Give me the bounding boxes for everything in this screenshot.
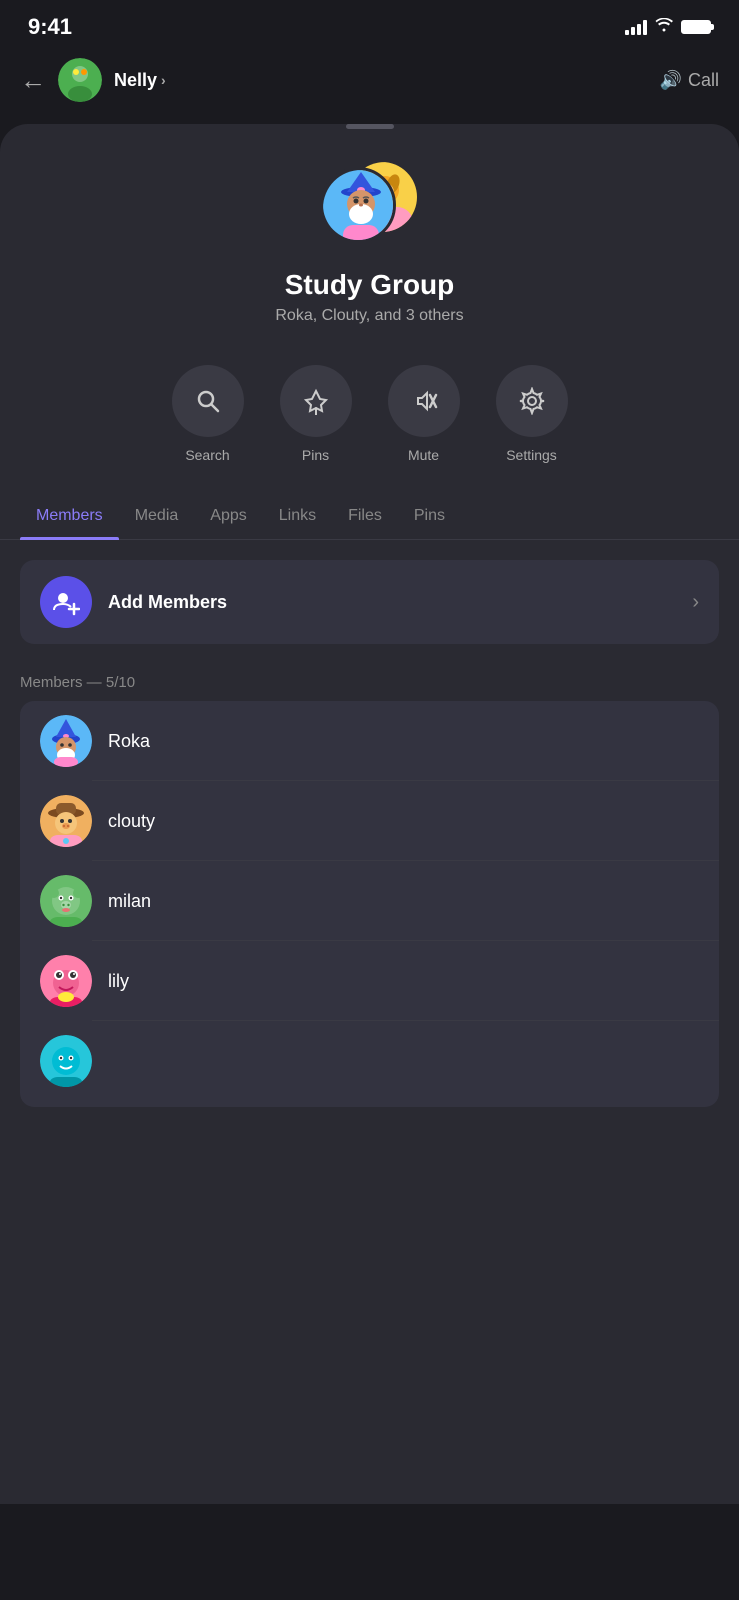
search-action-label: Search [185, 447, 229, 463]
tab-apps[interactable]: Apps [194, 493, 262, 539]
member-avatar-lily [40, 955, 92, 1007]
tab-media[interactable]: Media [119, 493, 195, 539]
tab-members[interactable]: Members [20, 493, 119, 539]
tabs-bar: Members Media Apps Links Files Pins [0, 493, 739, 540]
mute-action-button[interactable]: Mute [388, 365, 460, 463]
battery-icon [681, 20, 711, 34]
detail-sheet: Study Group Roka, Clouty, and 3 others S… [0, 124, 739, 1504]
add-members-button[interactable]: Add Members › [20, 560, 719, 644]
pins-action-label: Pins [302, 447, 329, 463]
member-row[interactable]: lily [20, 941, 719, 1021]
header-bar: ← Nelly › 🔊 Call [0, 48, 739, 112]
search-action-button[interactable]: Search [172, 365, 244, 463]
group-avatar-area [0, 129, 739, 269]
status-time: 9:41 [28, 14, 72, 40]
status-icons [625, 18, 711, 37]
call-label: Call [688, 70, 719, 91]
member-row[interactable]: clouty [20, 781, 719, 861]
header-left: ← Nelly › [20, 58, 166, 102]
group-name: Study Group [20, 269, 719, 301]
pins-action-circle [280, 365, 352, 437]
settings-action-button[interactable]: Settings [496, 365, 568, 463]
add-members-section: Add Members › [0, 540, 739, 654]
header-avatar [58, 58, 102, 102]
add-members-chevron-icon: › [692, 591, 699, 614]
action-buttons-row: Search Pins Mute [0, 355, 739, 493]
group-avatar-stack [320, 159, 420, 249]
member-row[interactable]: milan [20, 861, 719, 941]
tab-pins[interactable]: Pins [398, 493, 461, 539]
signal-icon [625, 19, 647, 35]
member-name-roka: Roka [108, 731, 150, 752]
settings-action-label: Settings [506, 447, 557, 463]
add-members-icon-circle [40, 576, 92, 628]
tab-files[interactable]: Files [332, 493, 398, 539]
group-members-subtitle: Roka, Clouty, and 3 others [20, 307, 719, 325]
members-count-label: Members — 5/10 [0, 654, 739, 701]
settings-action-circle [496, 365, 568, 437]
status-bar: 9:41 [0, 0, 739, 48]
member-row[interactable] [20, 1021, 719, 1107]
search-action-circle [172, 365, 244, 437]
call-icon: 🔊 [660, 70, 682, 91]
mute-action-circle [388, 365, 460, 437]
call-button[interactable]: 🔊 Call [660, 70, 719, 91]
header-name-area: Nelly › [114, 70, 166, 91]
member-avatar-clouty [40, 795, 92, 847]
back-button[interactable]: ← [20, 65, 46, 96]
member-name-lily: lily [108, 971, 129, 992]
pins-action-button[interactable]: Pins [280, 365, 352, 463]
member-row[interactable]: Roka [20, 701, 719, 781]
wifi-icon [655, 18, 673, 37]
member-avatar-extra [40, 1035, 92, 1087]
member-name-clouty: clouty [108, 811, 155, 832]
group-info: Study Group Roka, Clouty, and 3 others [0, 269, 739, 355]
member-avatar-milan [40, 875, 92, 927]
member-name-milan: milan [108, 891, 151, 912]
member-avatar-roka [40, 715, 92, 767]
header-chevron-icon: › [161, 72, 166, 88]
members-list: Roka [20, 701, 719, 1107]
add-members-label: Add Members [108, 592, 692, 613]
group-avatar-front [320, 167, 396, 243]
tab-links[interactable]: Links [263, 493, 332, 539]
header-contact-name: Nelly › [114, 70, 166, 91]
mute-action-label: Mute [408, 447, 439, 463]
